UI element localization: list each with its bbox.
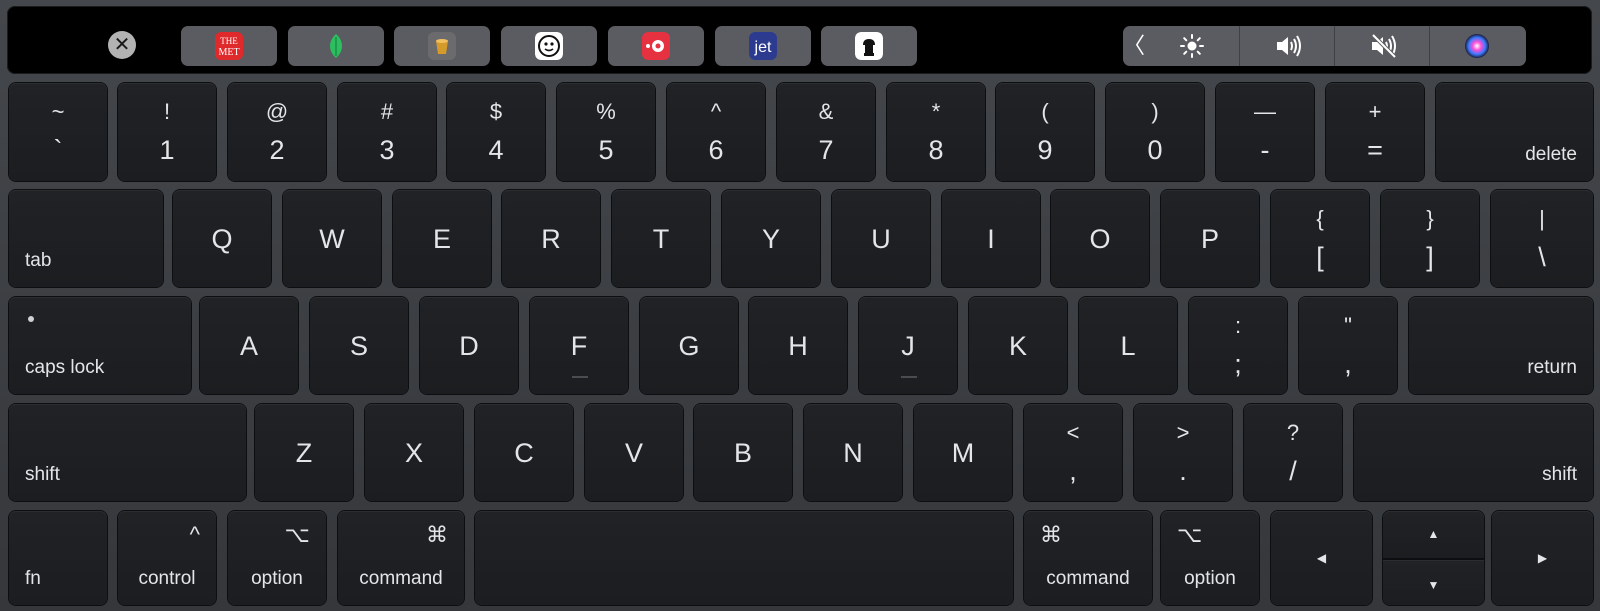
key-down-arrow[interactable]: ▼ [1383, 560, 1484, 605]
key-semicolon[interactable]: : ; [1189, 297, 1287, 394]
key-s[interactable]: S [310, 297, 408, 394]
touch-bar: ✕ THE MET jet 〈 [7, 6, 1592, 74]
key-equals[interactable]: + = [1326, 83, 1424, 181]
key-fn[interactable]: fn [9, 511, 107, 605]
key-6[interactable]: ^ 6 [667, 83, 765, 181]
key-b[interactable]: B [694, 404, 792, 501]
key-return[interactable]: return [1409, 297, 1593, 394]
arrow-right-icon: ▶ [1537, 551, 1548, 565]
key-comma[interactable]: < , [1024, 404, 1122, 501]
key-g[interactable]: G [640, 297, 738, 394]
key-left-command[interactable]: ⌘ command [338, 511, 464, 605]
bucket-icon [428, 32, 456, 60]
key-r[interactable]: R [502, 190, 600, 287]
home-row-bump [572, 376, 588, 378]
key-slash[interactable]: ? / [1244, 404, 1342, 501]
mute-icon[interactable] [1335, 26, 1429, 66]
key-right-shift[interactable]: shift [1354, 404, 1593, 501]
brightness-icon[interactable] [1145, 26, 1239, 66]
key-l[interactable]: L [1079, 297, 1177, 394]
key-4[interactable]: $ 4 [447, 83, 545, 181]
key-left-option[interactable]: ⌥ option [228, 511, 326, 605]
key-caps-lock[interactable]: caps lock [9, 297, 191, 394]
key-space[interactable] [475, 511, 1013, 605]
key-e[interactable]: E [393, 190, 491, 287]
key-h[interactable]: H [749, 297, 847, 394]
arrow-down-icon: ▼ [1427, 578, 1440, 592]
key-j[interactable]: J [859, 297, 957, 394]
key-right-bracket[interactable]: } ] [1381, 190, 1479, 287]
volume-icon[interactable] [1240, 26, 1334, 66]
key-k[interactable]: K [969, 297, 1067, 394]
key-w[interactable]: W [283, 190, 381, 287]
arrow-left-icon: ◀ [1316, 551, 1327, 565]
key-right-arrow[interactable]: ▶ [1492, 511, 1593, 605]
key-o[interactable]: O [1051, 190, 1149, 287]
arrow-up-icon: ▲ [1427, 527, 1440, 541]
key-v[interactable]: V [585, 404, 683, 501]
key-y[interactable]: Y [722, 190, 820, 287]
leaf-icon [322, 32, 350, 60]
record-app[interactable] [608, 26, 704, 66]
key-i[interactable]: I [942, 190, 1040, 287]
svg-text:MET: MET [218, 47, 239, 58]
chef-icon [855, 32, 883, 60]
record-icon [642, 32, 670, 60]
close-icon[interactable]: ✕ [108, 31, 136, 59]
control-strip: 〈 [1123, 26, 1526, 66]
chef-app[interactable] [821, 26, 917, 66]
key-f[interactable]: F [530, 297, 628, 394]
avatar-app[interactable] [501, 26, 597, 66]
key-c[interactable]: C [475, 404, 573, 501]
caps-lock-indicator [28, 316, 34, 322]
key-n[interactable]: N [804, 404, 902, 501]
key-backtick[interactable]: ~ ` [9, 83, 107, 181]
key-up-arrow[interactable]: ▲ [1383, 511, 1484, 558]
bucket-app[interactable] [394, 26, 490, 66]
key-z[interactable]: Z [255, 404, 353, 501]
key-left-shift[interactable]: shift [9, 404, 246, 501]
key-3[interactable]: # 3 [338, 83, 436, 181]
key-8[interactable]: * 8 [887, 83, 985, 181]
key-left-arrow[interactable]: ◀ [1271, 511, 1372, 605]
key-minus[interactable]: — - [1216, 83, 1314, 181]
keyboard: ✕ THE MET jet 〈 ~ ` ! 1 @ 2 # 3 $ 4 % 5 … [0, 0, 1600, 611]
key-1[interactable]: ! 1 [118, 83, 216, 181]
jet-icon: jet [749, 32, 777, 60]
siri-icon[interactable] [1430, 26, 1524, 66]
evernote-app[interactable] [288, 26, 384, 66]
chevron-left-icon[interactable]: 〈 [1123, 26, 1145, 66]
key-backslash[interactable]: | \ [1491, 190, 1593, 287]
key-7[interactable]: & 7 [777, 83, 875, 181]
key-delete[interactable]: delete [1436, 83, 1593, 181]
key-m[interactable]: M [914, 404, 1012, 501]
avatar-icon [535, 32, 563, 60]
svg-text:THE: THE [220, 36, 238, 46]
key-5[interactable]: % 5 [557, 83, 655, 181]
key-period[interactable]: > . [1134, 404, 1232, 501]
key-0[interactable]: ) 0 [1106, 83, 1204, 181]
key-right-option[interactable]: ⌥ option [1161, 511, 1259, 605]
key-2[interactable]: @ 2 [228, 83, 326, 181]
key-tab[interactable]: tab [9, 190, 163, 287]
key-right-command[interactable]: ⌘ command [1024, 511, 1152, 605]
key-left-bracket[interactable]: { [ [1271, 190, 1369, 287]
key-u[interactable]: U [832, 190, 930, 287]
the-met-icon: THE MET [215, 32, 243, 60]
key-x[interactable]: X [365, 404, 463, 501]
key-p[interactable]: P [1161, 190, 1259, 287]
the-met-app[interactable]: THE MET [181, 26, 277, 66]
key-q[interactable]: Q [173, 190, 271, 287]
key-a[interactable]: A [200, 297, 298, 394]
key-control[interactable]: ^ control [118, 511, 216, 605]
key-quote[interactable]: " , [1299, 297, 1397, 394]
key-d[interactable]: D [420, 297, 518, 394]
jet-app[interactable]: jet [715, 26, 811, 66]
key-t[interactable]: T [612, 190, 710, 287]
svg-text:jet: jet [754, 39, 772, 56]
home-row-bump [901, 376, 917, 378]
key-9[interactable]: ( 9 [996, 83, 1094, 181]
